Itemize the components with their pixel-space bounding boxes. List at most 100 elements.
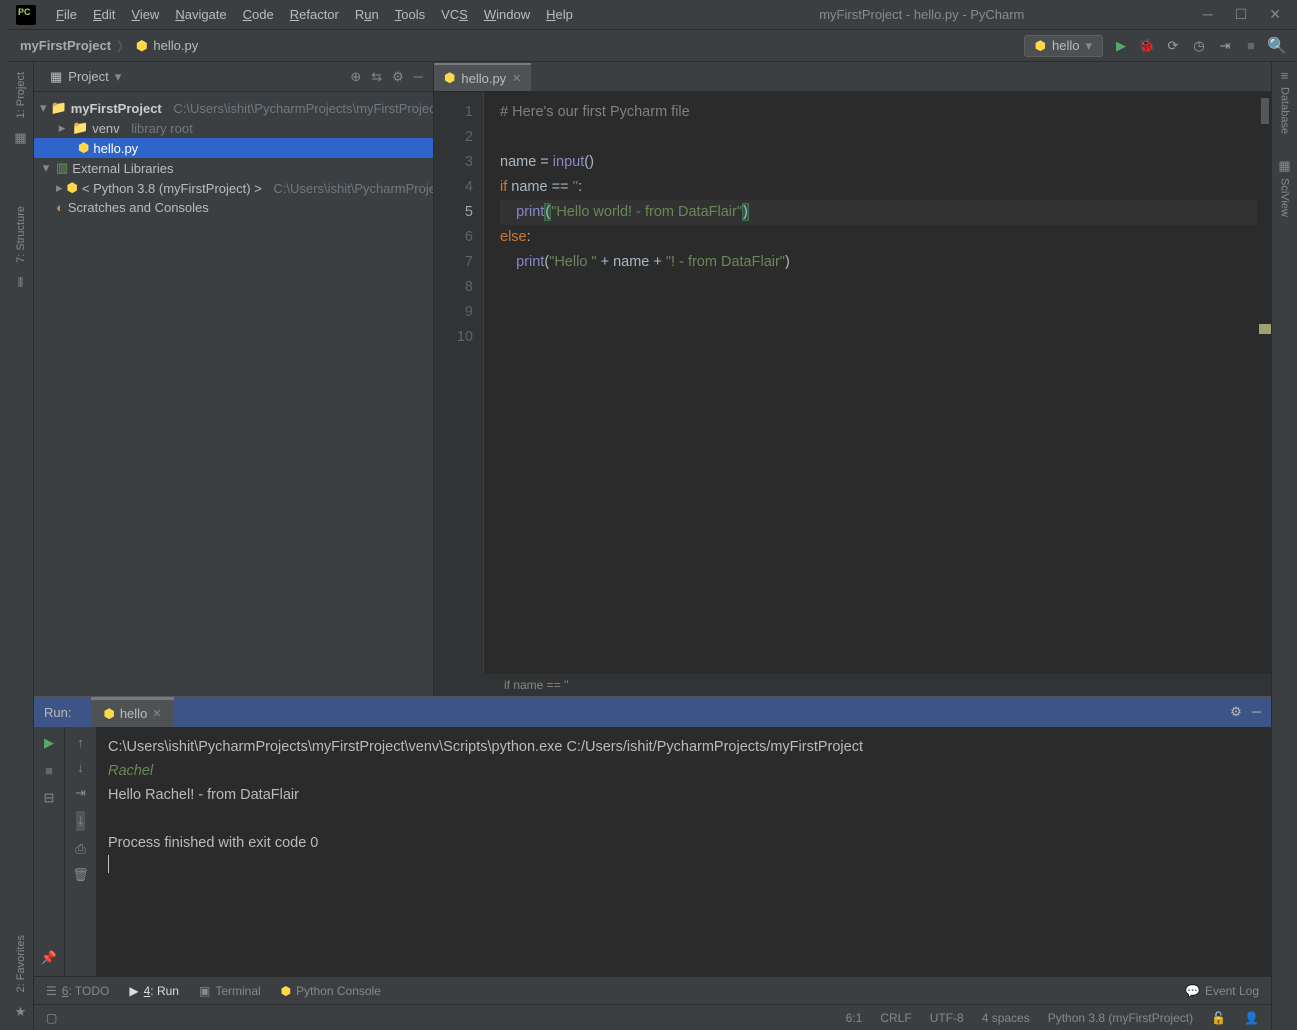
breadcrumb-file[interactable]: hello.py xyxy=(153,38,198,53)
pin-icon[interactable]: 📌 xyxy=(41,950,57,966)
chevron-right-icon[interactable]: ▸ xyxy=(56,180,63,196)
tree-scratches[interactable]: ◐ Scratches and Consoles xyxy=(34,198,433,217)
menu-vcs[interactable]: VCS xyxy=(433,3,476,26)
run-tab-hello[interactable]: ⬢ hello ✕ xyxy=(91,697,173,727)
collapse-icon[interactable]: ⇆ xyxy=(371,69,382,85)
structure-tool-icon: ⦀ xyxy=(18,275,24,291)
python-console-tool-button[interactable]: ⬢Python Console xyxy=(281,984,381,998)
close-tab-icon[interactable]: ✕ xyxy=(512,72,521,85)
chevron-down-icon[interactable]: ▾ xyxy=(40,160,52,176)
window-title: myFirstProject - hello.py - PyCharm xyxy=(581,7,1203,22)
project-tree[interactable]: ▾ 📁 myFirstProject C:\Users\ishit\Pychar… xyxy=(34,92,433,223)
locate-icon[interactable]: ⊕ xyxy=(350,69,361,85)
code-content[interactable]: # Here's our first Pycharm file name = i… xyxy=(484,92,1257,696)
search-everywhere-button[interactable]: 🔍 xyxy=(1269,38,1285,54)
lock-icon[interactable]: 🔓 xyxy=(1211,1011,1226,1025)
menu-tools[interactable]: Tools xyxy=(387,3,433,26)
inspections-icon[interactable]: 👤 xyxy=(1244,1011,1259,1025)
print-icon[interactable]: ⎙ xyxy=(75,841,85,857)
tree-python-sdk[interactable]: ▸ ⬢ < Python 3.8 (myFirstProject) > C:\U… xyxy=(34,178,433,198)
down-icon[interactable]: ↓ xyxy=(77,760,84,775)
menu-edit[interactable]: Edit xyxy=(85,3,123,26)
python-file-icon: ⬢ xyxy=(78,140,89,156)
profile-button[interactable]: ◷ xyxy=(1191,38,1207,54)
gear-icon[interactable]: ⚙ xyxy=(392,69,404,85)
navigation-bar: myFirstProject 〉 ⬢ hello.py ⬢ hello ▾ ▶ … xyxy=(8,30,1297,62)
up-icon[interactable]: ↑ xyxy=(77,735,84,750)
editor-breadcrumb[interactable]: if name == '' xyxy=(434,674,1271,696)
caret-position[interactable]: 6:1 xyxy=(846,1011,863,1025)
folder-icon: 📁 xyxy=(72,120,88,136)
soft-wrap-icon[interactable]: ⇥ xyxy=(75,785,86,801)
gear-icon[interactable]: ⚙ xyxy=(1230,704,1242,720)
hide-panel-icon[interactable]: ─ xyxy=(1252,704,1261,720)
scroll-to-end-icon[interactable]: ⤓ xyxy=(76,811,86,831)
editor-area: ⬢ hello.py ✕ 12345678910 # Here's our fi… xyxy=(434,62,1271,696)
run-panel-label: Run: xyxy=(44,705,71,720)
run-button[interactable]: ▶ xyxy=(1113,38,1129,54)
tab-hello[interactable]: ⬢ hello.py ✕ xyxy=(434,63,531,91)
breadcrumb-project[interactable]: myFirstProject xyxy=(20,38,111,53)
console-user-input: Rachel xyxy=(108,759,1259,783)
layout-icon[interactable]: ⊟ xyxy=(44,790,55,806)
status-icon[interactable]: ▢ xyxy=(46,1011,57,1025)
menu-file[interactable]: File xyxy=(48,3,85,26)
menu-help[interactable]: Help xyxy=(538,3,581,26)
indent-setting[interactable]: 4 spaces xyxy=(982,1011,1030,1025)
scrollbar-thumb[interactable] xyxy=(1261,98,1269,124)
rerun-button[interactable]: ▶ xyxy=(44,735,54,751)
stop-button[interactable]: ■ xyxy=(1243,38,1259,54)
stop-button[interactable]: ■ xyxy=(45,763,53,778)
code-editor[interactable]: 12345678910 # Here's our first Pycharm f… xyxy=(434,92,1271,696)
menu-window[interactable]: Window xyxy=(476,3,538,26)
project-tool-icon: ▦ xyxy=(14,130,26,146)
editor-tabs: ⬢ hello.py ✕ xyxy=(434,62,1271,92)
editor-scrollbar[interactable] xyxy=(1257,92,1271,696)
tree-project-root[interactable]: ▾ 📁 myFirstProject C:\Users\ishit\Pychar… xyxy=(34,98,433,118)
terminal-tool-button[interactable]: ▣Terminal xyxy=(199,984,261,998)
project-tool-tab[interactable]: 1: Project xyxy=(15,68,27,122)
run-tool-window: Run: ⬢ hello ✕ ⚙ ─ ▶ xyxy=(34,696,1271,976)
tree-venv[interactable]: ▸ 📁 venv library root xyxy=(34,118,433,138)
event-log-button[interactable]: 💬Event Log xyxy=(1185,984,1259,998)
menu-view[interactable]: View xyxy=(123,3,167,26)
database-tool-tab[interactable]: Database xyxy=(1279,83,1291,138)
maximize-icon[interactable]: ☐ xyxy=(1235,6,1248,23)
tree-file-hello[interactable]: ⬢ hello.py xyxy=(34,138,433,158)
close-tab-icon[interactable]: ✕ xyxy=(152,707,161,720)
interpreter-status[interactable]: Python 3.8 (myFirstProject) xyxy=(1048,1011,1193,1025)
chevron-down-icon[interactable]: ▾ xyxy=(40,100,47,116)
minimize-icon[interactable]: ─ xyxy=(1203,6,1213,23)
sciview-icon: ▦ xyxy=(1278,158,1290,174)
menu-navigate[interactable]: Navigate xyxy=(167,3,234,26)
right-tool-gutter: ≡ Database ▦ SciView xyxy=(1271,62,1297,1030)
structure-tool-tab[interactable]: 7: Structure xyxy=(15,202,27,267)
favorites-star-icon: ★ xyxy=(15,1004,27,1020)
chevron-down-icon: ▾ xyxy=(115,69,122,85)
line-separator[interactable]: CRLF xyxy=(880,1011,911,1025)
chevron-right-icon[interactable]: ▸ xyxy=(56,120,68,136)
console-output[interactable]: C:\Users\ishit\PycharmProjects\myFirstPr… xyxy=(96,727,1271,976)
menu-code[interactable]: Code xyxy=(235,3,282,26)
run-config-selector[interactable]: ⬢ hello ▾ xyxy=(1024,35,1103,57)
sciview-tool-tab[interactable]: SciView xyxy=(1279,174,1291,221)
close-window-icon[interactable]: ✕ xyxy=(1269,6,1281,23)
line-gutter[interactable]: 12345678910 xyxy=(434,92,484,696)
tree-external-libs[interactable]: ▾ ▥ External Libraries xyxy=(34,158,433,178)
todo-tool-button[interactable]: ☰6: TODO xyxy=(46,984,109,998)
run-tool-button[interactable]: ▶4: Run xyxy=(129,984,179,998)
list-icon: ☰ xyxy=(46,984,57,998)
debug-button[interactable]: 🐞 xyxy=(1139,38,1155,54)
attach-button[interactable]: ⇥ xyxy=(1217,38,1233,54)
console-stdout: Hello Rachel! - from DataFlair xyxy=(108,783,1259,807)
hide-panel-icon[interactable]: ─ xyxy=(414,69,423,85)
file-encoding[interactable]: UTF-8 xyxy=(930,1011,964,1025)
coverage-button[interactable]: ⟳ xyxy=(1165,38,1181,54)
menu-run[interactable]: Run xyxy=(347,3,387,26)
run-config-name: hello xyxy=(1052,38,1079,53)
menu-refactor[interactable]: Refactor xyxy=(282,3,347,26)
breadcrumb[interactable]: myFirstProject 〉 ⬢ hello.py xyxy=(20,36,198,55)
favorites-tool-tab[interactable]: 2: Favorites xyxy=(15,931,27,996)
clear-icon[interactable]: 🗑 xyxy=(72,867,89,883)
project-panel-title[interactable]: ▦ Project ▾ xyxy=(44,67,127,87)
